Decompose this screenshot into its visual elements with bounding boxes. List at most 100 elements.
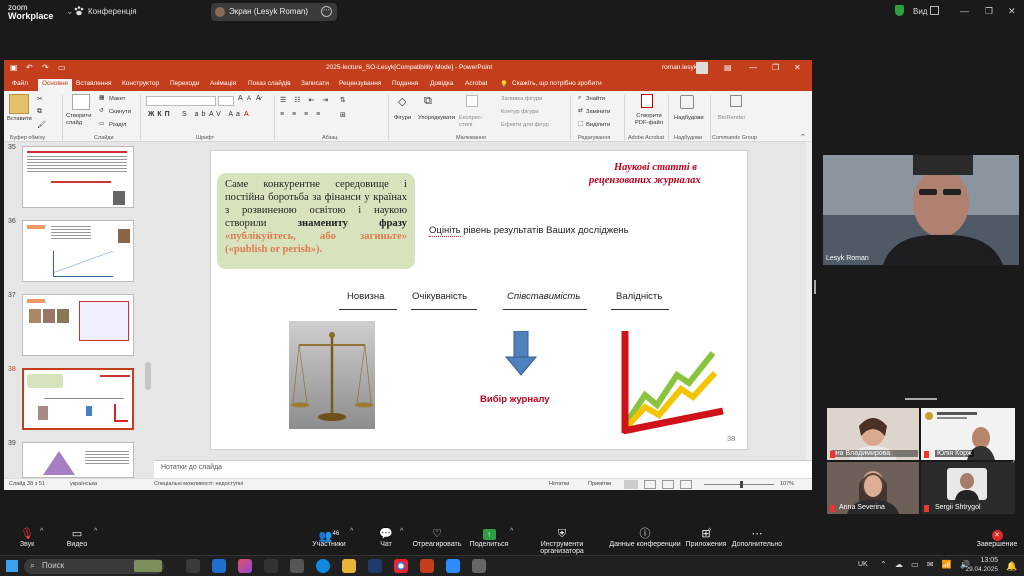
copy-icon[interactable]: ⧉ bbox=[37, 108, 42, 116]
section-icon[interactable]: ▭ bbox=[99, 121, 104, 127]
tab-transitions[interactable]: Переходи bbox=[170, 80, 199, 87]
grid-icon[interactable] bbox=[930, 6, 939, 15]
select-button[interactable]: Виділити bbox=[586, 122, 610, 128]
video-tile-lesyk[interactable]: Lesyk Roman bbox=[823, 155, 1019, 265]
tab-view[interactable]: Подання bbox=[392, 80, 418, 87]
tab-insert[interactable]: Вставлення bbox=[76, 80, 112, 87]
section-button[interactable]: Розділ bbox=[109, 122, 126, 128]
minimize-icon[interactable]: — bbox=[960, 6, 969, 16]
text-direction-icon[interactable]: ⇅ bbox=[340, 96, 346, 104]
redo-icon[interactable]: ↷ bbox=[42, 63, 49, 72]
addins-button[interactable]: Надбудови bbox=[674, 115, 704, 121]
zoom-slider-thumb[interactable] bbox=[740, 481, 743, 488]
clear-format-icon[interactable]: A̷ bbox=[256, 95, 261, 102]
pdf-icon[interactable] bbox=[641, 94, 653, 108]
shape-fill-button[interactable]: Заливка фігури bbox=[501, 96, 542, 102]
reset-button[interactable]: Скинути bbox=[109, 109, 131, 115]
notification-icon[interactable]: 🔔 bbox=[1006, 561, 1017, 572]
font-color-icon[interactable]: A bbox=[244, 111, 249, 118]
normal-view-icon[interactable] bbox=[624, 480, 638, 489]
chevron-up-icon[interactable]: ^ bbox=[400, 528, 403, 535]
paste-icon[interactable] bbox=[9, 94, 29, 114]
arrange-icon[interactable]: ⧉ bbox=[424, 95, 432, 108]
strikethrough-icon[interactable]: S ab bbox=[182, 111, 208, 118]
resize-handle[interactable] bbox=[814, 280, 816, 294]
end-button[interactable]: ✕ Завершение bbox=[974, 527, 1020, 548]
ribbon-display-icon[interactable]: ▤ bbox=[724, 63, 732, 72]
word-icon[interactable] bbox=[368, 559, 382, 573]
select-icon[interactable]: ⬚ bbox=[578, 121, 583, 127]
chevron-right-icon[interactable]: › bbox=[1012, 455, 1015, 465]
start-icon[interactable] bbox=[6, 560, 18, 572]
paste-button[interactable]: Вставити bbox=[7, 116, 32, 122]
more-options-icon[interactable]: ⋯ bbox=[321, 6, 332, 17]
present-icon[interactable]: ▭ bbox=[58, 63, 66, 72]
autosave-icon[interactable]: ▣ bbox=[10, 63, 18, 72]
find-button[interactable]: Знайти bbox=[586, 96, 605, 102]
chrome-icon[interactable] bbox=[394, 559, 408, 573]
font-size-dropdown[interactable] bbox=[218, 96, 234, 106]
smartart-icon[interactable]: ⊞ bbox=[340, 111, 346, 119]
user-name[interactable]: roman.lesyk bbox=[662, 64, 697, 71]
quick-styles-icon[interactable] bbox=[466, 95, 478, 107]
video-tile-inna[interactable]: Інна Владимирова bbox=[827, 408, 919, 460]
screen-share-pill[interactable]: Экран (Lesyk Roman) ⋯ bbox=[211, 3, 337, 21]
app-icon[interactable] bbox=[472, 559, 486, 573]
notes-pane[interactable]: Нотатки до слайда bbox=[154, 460, 812, 476]
view-label[interactable]: Вид bbox=[913, 7, 927, 16]
outlook-icon[interactable] bbox=[212, 559, 226, 573]
create-pdf-button[interactable]: Створити PDF-файл bbox=[631, 113, 667, 127]
maximize-icon[interactable]: ❐ bbox=[772, 63, 779, 72]
mute-button[interactable]: 🎙 Звук bbox=[14, 527, 40, 548]
shrink-font-icon[interactable]: A bbox=[247, 96, 251, 102]
list-icons[interactable]: ☰ ☷ ⇤ ⇥ bbox=[280, 96, 331, 104]
share-button[interactable]: ↑ Поделиться bbox=[468, 527, 510, 548]
replace-button[interactable]: Замінити bbox=[586, 109, 610, 115]
conference-label[interactable]: Конференція bbox=[88, 7, 137, 16]
video-tile-sergii[interactable]: Sergii Shtrygol bbox=[921, 462, 1015, 514]
apps-button[interactable]: ⊞ Приложения bbox=[684, 527, 728, 548]
chat-button[interactable]: 💬 Чат bbox=[374, 527, 398, 548]
store-icon[interactable] bbox=[264, 559, 278, 573]
minimize-icon[interactable]: — bbox=[749, 63, 757, 72]
tab-home[interactable]: Основне bbox=[38, 79, 73, 91]
task-view-icon[interactable] bbox=[186, 559, 200, 573]
zoom-level[interactable]: 107% bbox=[780, 481, 794, 487]
host-tools-button[interactable]: ⛨ Инструменти организатора bbox=[518, 527, 606, 555]
layout-button[interactable]: Макет bbox=[109, 96, 125, 102]
clock-time[interactable]: 13:05 bbox=[968, 557, 998, 564]
shapes-icon[interactable]: ◇ bbox=[398, 95, 406, 108]
sorter-view-icon[interactable] bbox=[644, 480, 656, 489]
app-icon[interactable] bbox=[290, 559, 304, 573]
quick-styles-button[interactable]: Експрес-стилі bbox=[459, 115, 489, 129]
font-name-dropdown[interactable] bbox=[146, 96, 216, 106]
participants-button[interactable]: 👥46 Участники bbox=[308, 527, 350, 548]
arrange-button[interactable]: Упорядкувати bbox=[418, 115, 455, 121]
edge-icon[interactable] bbox=[316, 559, 330, 573]
shape-effects-button[interactable]: Ефекти для фігур bbox=[501, 122, 549, 128]
close-icon[interactable]: ✕ bbox=[1008, 6, 1016, 17]
replace-icon[interactable]: ⇄ bbox=[578, 108, 583, 114]
slide-thumbnail-39[interactable] bbox=[22, 442, 134, 478]
shape-outline-button[interactable]: Контур фігури bbox=[501, 109, 539, 115]
tab-slideshow[interactable]: Показ слайдів bbox=[248, 80, 291, 87]
bold-italic-underline-icon[interactable]: ЖКП bbox=[148, 111, 173, 118]
language-label[interactable]: українська bbox=[70, 481, 97, 487]
resize-handle[interactable] bbox=[905, 398, 937, 400]
shapes-button[interactable]: Фігури bbox=[394, 115, 411, 121]
new-slide-button[interactable]: Створити слайд bbox=[66, 113, 100, 127]
reading-view-icon[interactable] bbox=[662, 480, 674, 489]
layout-icon[interactable]: ▦ bbox=[99, 95, 104, 101]
chevron-up-icon[interactable]: ^ bbox=[510, 528, 513, 535]
slide-thumbnail-35[interactable] bbox=[22, 146, 134, 208]
chevron-up-icon[interactable]: ^ bbox=[94, 528, 97, 535]
maximize-icon[interactable]: ❐ bbox=[985, 6, 993, 17]
addins-icon[interactable] bbox=[680, 95, 694, 109]
zoom-slider[interactable] bbox=[704, 484, 774, 485]
zoom-icon[interactable] bbox=[446, 559, 460, 573]
video-tile-anna[interactable]: Anna Severina bbox=[827, 462, 919, 514]
chevron-down-icon[interactable]: ⌄ bbox=[66, 6, 74, 17]
tab-record[interactable]: Записати bbox=[301, 80, 329, 87]
tab-animations[interactable]: Анімація bbox=[210, 80, 236, 87]
cut-icon[interactable]: ✂ bbox=[37, 95, 43, 103]
